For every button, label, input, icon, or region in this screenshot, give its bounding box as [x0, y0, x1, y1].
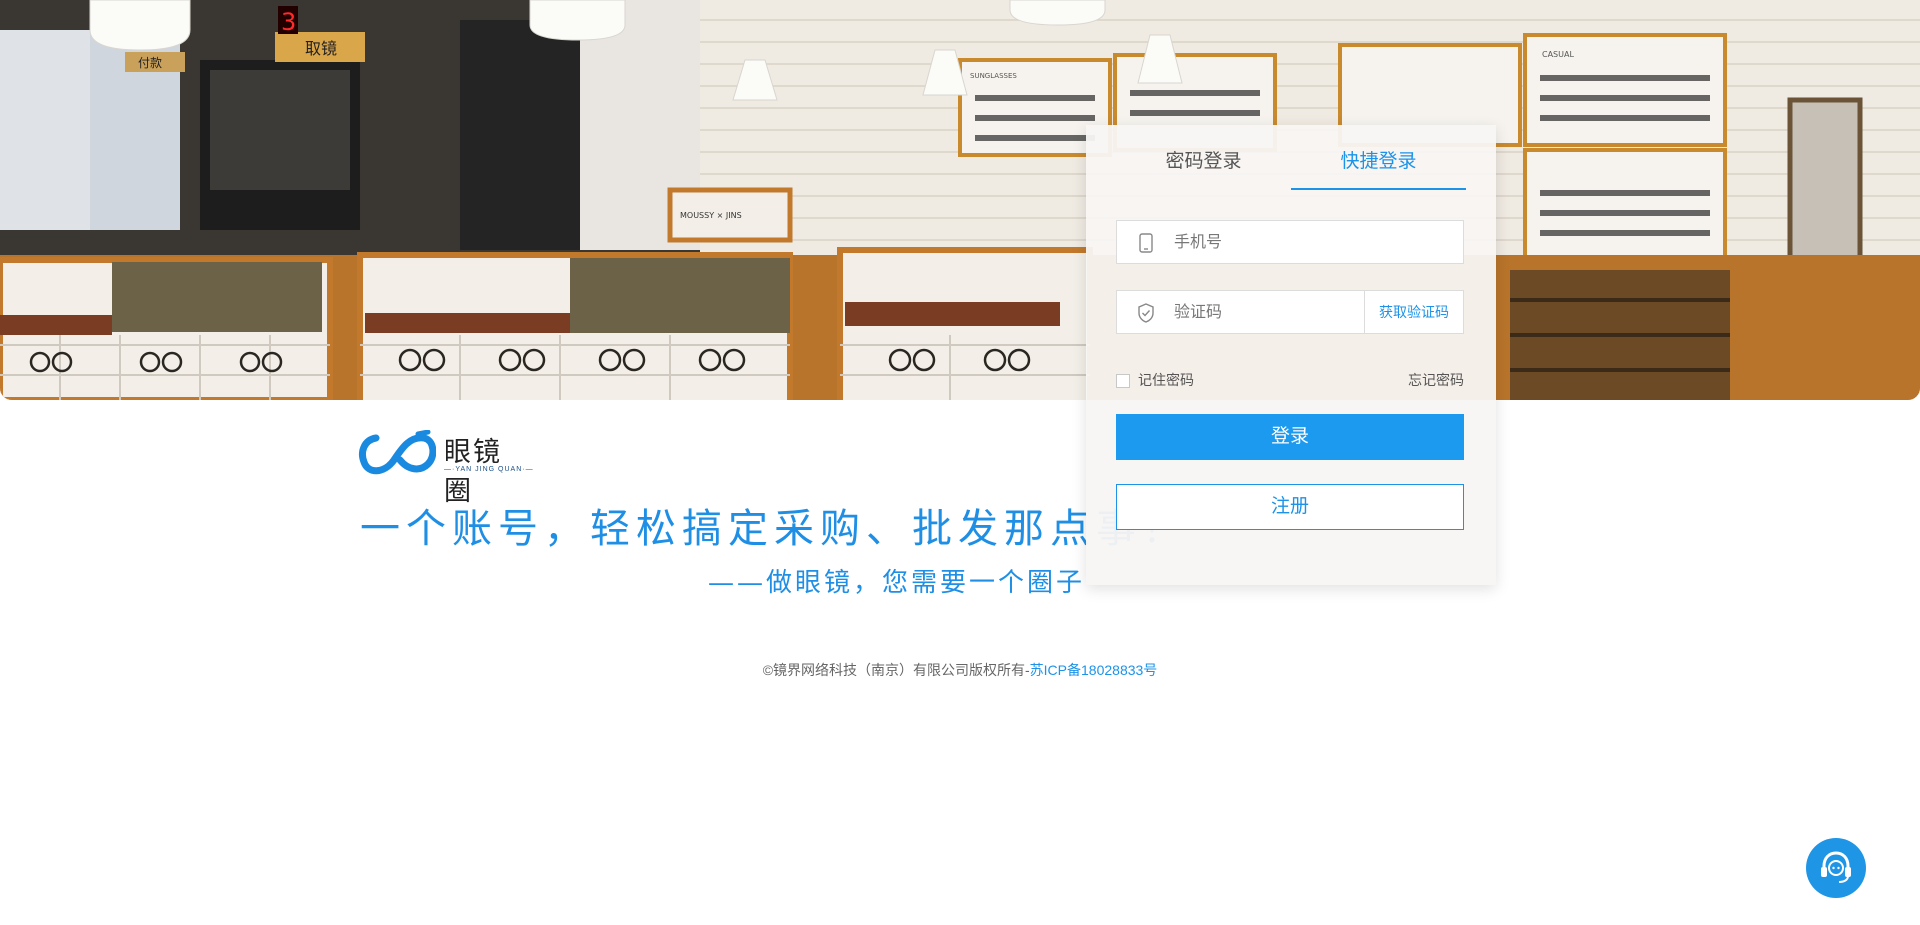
remember-checkbox[interactable]	[1116, 374, 1130, 388]
logo-subtitle: —·YAN JING QUAN·—	[444, 466, 534, 473]
counter-number: 3	[281, 8, 296, 36]
sub-slogan: ——做眼镜，您需要一个圈子	[708, 568, 1086, 598]
remember-password[interactable]: 记住密码	[1116, 370, 1194, 390]
casual-sign: CASUAL	[1542, 50, 1574, 59]
sunglasses-sign: SUNGLASSES	[970, 72, 1017, 80]
footer: ©镜界网络科技（南京）有限公司版权所有-苏ICP备18028833号	[0, 660, 1920, 680]
code-input[interactable]	[1172, 291, 1366, 335]
tab-quick-login[interactable]: 快捷登录	[1291, 147, 1466, 190]
tab-password-login[interactable]: 密码登录	[1116, 147, 1291, 188]
headset-support-icon	[1821, 851, 1851, 883]
store-interior-photo: 取镜 3 付款 SUNGLASSES CASUAL MOUSSY × JINS	[0, 0, 1920, 400]
slogan: 一个账号，轻松搞定采购、批发那点事！	[360, 506, 1188, 552]
billing-sign: 付款	[138, 56, 162, 70]
get-code-button[interactable]: 获取验证码	[1364, 291, 1463, 333]
login-button[interactable]: 登录	[1116, 414, 1464, 460]
login-tabs: 密码登录 快捷登录	[1116, 125, 1466, 190]
phone-field	[1116, 220, 1464, 265]
shield-check-icon	[1138, 303, 1154, 323]
moussy-sign: MOUSSY × JINS	[680, 211, 742, 220]
infinity-logo-icon	[359, 430, 436, 475]
customer-support-button[interactable]	[1806, 838, 1866, 898]
icp-link[interactable]: 苏ICP备18028833号	[1030, 662, 1158, 678]
forgot-password-link[interactable]: 忘记密码	[1408, 370, 1464, 390]
site-logo[interactable]: 眼镜圈 —·YAN JING QUAN·—	[358, 428, 533, 507]
remember-label: 记住密码	[1138, 372, 1194, 388]
pickup-sign: 取镜	[305, 39, 337, 58]
hero-banner: 取镜 3 付款 SUNGLASSES CASUAL MOUSSY × JINS	[0, 0, 1920, 400]
phone-icon	[1139, 233, 1153, 253]
phone-input[interactable]	[1172, 221, 1456, 265]
copyright-text: ©镜界网络科技（南京）有限公司版权所有-	[762, 662, 1030, 678]
register-button[interactable]: 注册	[1116, 484, 1464, 530]
login-panel: 密码登录 快捷登录 获取验证码 记住密码 忘记密码 登录 注册	[1086, 125, 1496, 585]
code-field: 获取验证码	[1116, 290, 1464, 335]
